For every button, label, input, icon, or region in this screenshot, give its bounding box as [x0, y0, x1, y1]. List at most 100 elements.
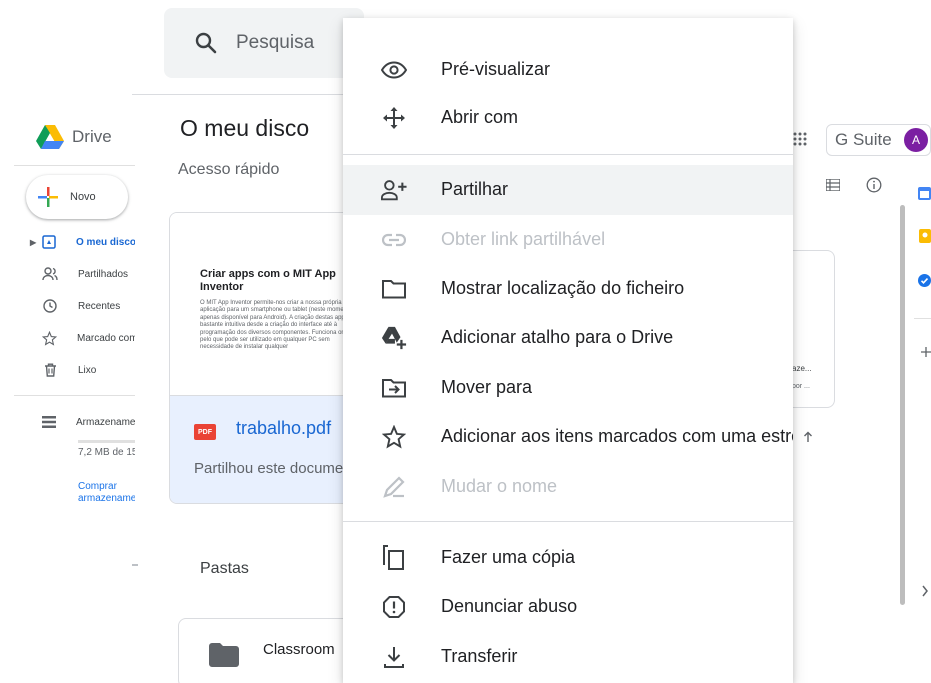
download-icon: [381, 645, 407, 669]
quick-access-heading: Acesso rápido: [178, 161, 280, 178]
file-subtitle: Partilhou este documento: [194, 460, 365, 477]
new-button[interactable]: Novo: [26, 175, 128, 219]
calendar-icon[interactable]: [918, 186, 931, 200]
keep-icon[interactable]: [919, 229, 931, 243]
tasks-icon[interactable]: [918, 274, 931, 287]
sidebar-item-shared[interactable]: Partilhados: [0, 259, 135, 289]
sidebar-item-trash[interactable]: Lixo: [0, 355, 135, 385]
buy-storage-line1: Comprar: [78, 481, 117, 492]
side-panel-divider: [914, 318, 931, 319]
menu-item-download[interactable]: Transferir: [343, 632, 793, 682]
menu-divider: [343, 521, 793, 522]
storage-usage-text: 7,2 MB de 15 GB usados: [78, 447, 135, 458]
partial-file-card[interactable]: aze... por ...: [792, 250, 835, 408]
storage-label: Armazenamento: [76, 416, 135, 428]
drive-logo-icon: [36, 125, 64, 149]
menu-item-label: Adicionar atalho para o Drive: [441, 327, 674, 347]
menu-item-rename: Mudar o nome: [343, 462, 793, 512]
info-icon[interactable]: [866, 177, 882, 193]
partial-file-subtitle: por ...: [792, 383, 810, 390]
menu-item-report-abuse[interactable]: Denunciar abuso: [343, 582, 793, 632]
menu-divider: [343, 154, 793, 155]
my-drive-icon: [42, 234, 56, 250]
avatar[interactable]: A: [904, 128, 928, 152]
link-icon: [381, 228, 407, 252]
apps-grid-icon[interactable]: [793, 132, 807, 146]
small-gray-mark: [132, 564, 138, 566]
sidebar-divider: [14, 395, 135, 396]
sidebar-item-label: O meu disco: [76, 236, 135, 248]
expand-arrow-icon[interactable]: ▶: [30, 238, 36, 247]
add-person-icon: [381, 178, 407, 202]
menu-item-add-shortcut[interactable]: Adicionar atalho para o Drive: [343, 313, 793, 363]
sidebar: Drive Novo ▶ O meu disco Partilhados Rec…: [0, 95, 135, 683]
folder-icon: [209, 643, 239, 667]
sidebar-item-label: Lixo: [78, 364, 97, 376]
menu-item-show-location[interactable]: Mostrar localização do ficheiro: [343, 264, 793, 314]
folders-heading: Pastas: [200, 560, 249, 577]
drive-shortcut-icon: [381, 326, 407, 350]
menu-item-label: Adicionar aos itens marcados com uma est…: [441, 426, 793, 446]
chevron-right-icon[interactable]: [921, 585, 929, 597]
file-card-footer: PDF trabalho.pdf Partilhou este document…: [170, 395, 368, 503]
star-icon: [381, 425, 407, 449]
sidebar-item-storage[interactable]: Armazenamento: [0, 407, 135, 437]
copy-icon: [381, 545, 407, 570]
storage-bar: [78, 440, 135, 443]
add-addon-icon[interactable]: [921, 347, 931, 357]
quick-access-file-card[interactable]: Criar apps com o MIT App Inventor O MIT …: [169, 212, 369, 504]
menu-item-label: Pré-visualizar: [441, 59, 551, 79]
header-divider: [132, 94, 362, 95]
search-icon[interactable]: [194, 31, 218, 55]
menu-item-label: Mudar o nome: [441, 476, 558, 496]
eye-icon: [381, 58, 407, 82]
sidebar-item-recent[interactable]: Recentes: [0, 291, 135, 321]
menu-item-make-copy[interactable]: Fazer uma cópia: [343, 533, 793, 583]
file-preview: Criar apps com o MIT App Inventor O MIT …: [170, 213, 368, 395]
menu-item-label: Obter link partilhável: [441, 229, 606, 249]
scroll-up-arrow-icon[interactable]: [803, 431, 813, 443]
buy-storage-line2: armazenamento: [78, 493, 135, 504]
storage-icon: [42, 414, 56, 430]
drive-logo[interactable]: Drive: [36, 125, 112, 149]
document-body: O MIT App Inventor permite-nos criar a n…: [200, 300, 356, 351]
folder-name: Classroom: [263, 641, 335, 658]
menu-item-open-with[interactable]: Abrir com: [343, 93, 793, 143]
search-bar[interactable]: Pesquisa: [164, 8, 364, 78]
star-icon: [42, 330, 57, 346]
menu-item-label: Fazer uma cópia: [441, 547, 576, 567]
sidebar-item-my-drive[interactable]: ▶ O meu disco: [0, 227, 135, 257]
move-to-folder-icon: [381, 376, 407, 400]
menu-item-label: Denunciar abuso: [441, 596, 578, 616]
search-input[interactable]: Pesquisa: [236, 32, 314, 54]
folder-icon: [381, 277, 407, 301]
sidebar-item-starred[interactable]: Marcado com estrela: [0, 323, 135, 353]
list-view-icon[interactable]: [826, 179, 840, 191]
menu-item-label: Abrir com: [441, 107, 519, 127]
menu-item-label: Mover para: [441, 377, 533, 397]
file-name: trabalho.pdf: [236, 418, 332, 438]
shared-icon: [42, 266, 58, 282]
page-title[interactable]: O meu disco: [180, 115, 309, 142]
menu-item-preview[interactable]: Pré-visualizar: [343, 45, 793, 95]
menu-item-label: Partilhar: [441, 179, 509, 199]
buy-storage-link[interactable]: Comprar armazenamento: [78, 481, 135, 505]
sidebar-item-label: Recentes: [78, 300, 121, 312]
gsuite-label: G Suite: [835, 130, 892, 149]
menu-item-get-link: Obter link partilhável: [343, 215, 793, 265]
report-icon: [381, 595, 407, 619]
menu-item-label: Mostrar localização do ficheiro: [441, 278, 685, 298]
context-menu: Pré-visualizar Abrir com Partilhar Obter…: [343, 18, 793, 683]
partial-file-name: aze...: [792, 364, 812, 373]
pencil-icon: [381, 475, 407, 499]
menu-item-add-star[interactable]: Adicionar aos itens marcados com uma est…: [343, 412, 793, 462]
pdf-icon: PDF: [194, 424, 216, 440]
menu-item-share[interactable]: Partilhar: [343, 165, 793, 215]
menu-item-move-to[interactable]: Mover para: [343, 363, 793, 413]
scrollbar[interactable]: [900, 205, 905, 605]
new-button-label: Novo: [70, 191, 96, 203]
move-arrows-icon: [381, 106, 407, 130]
sidebar-divider: [14, 165, 135, 166]
plus-icon: [38, 187, 58, 207]
sidebar-item-label: Marcado com estrela: [77, 332, 135, 344]
